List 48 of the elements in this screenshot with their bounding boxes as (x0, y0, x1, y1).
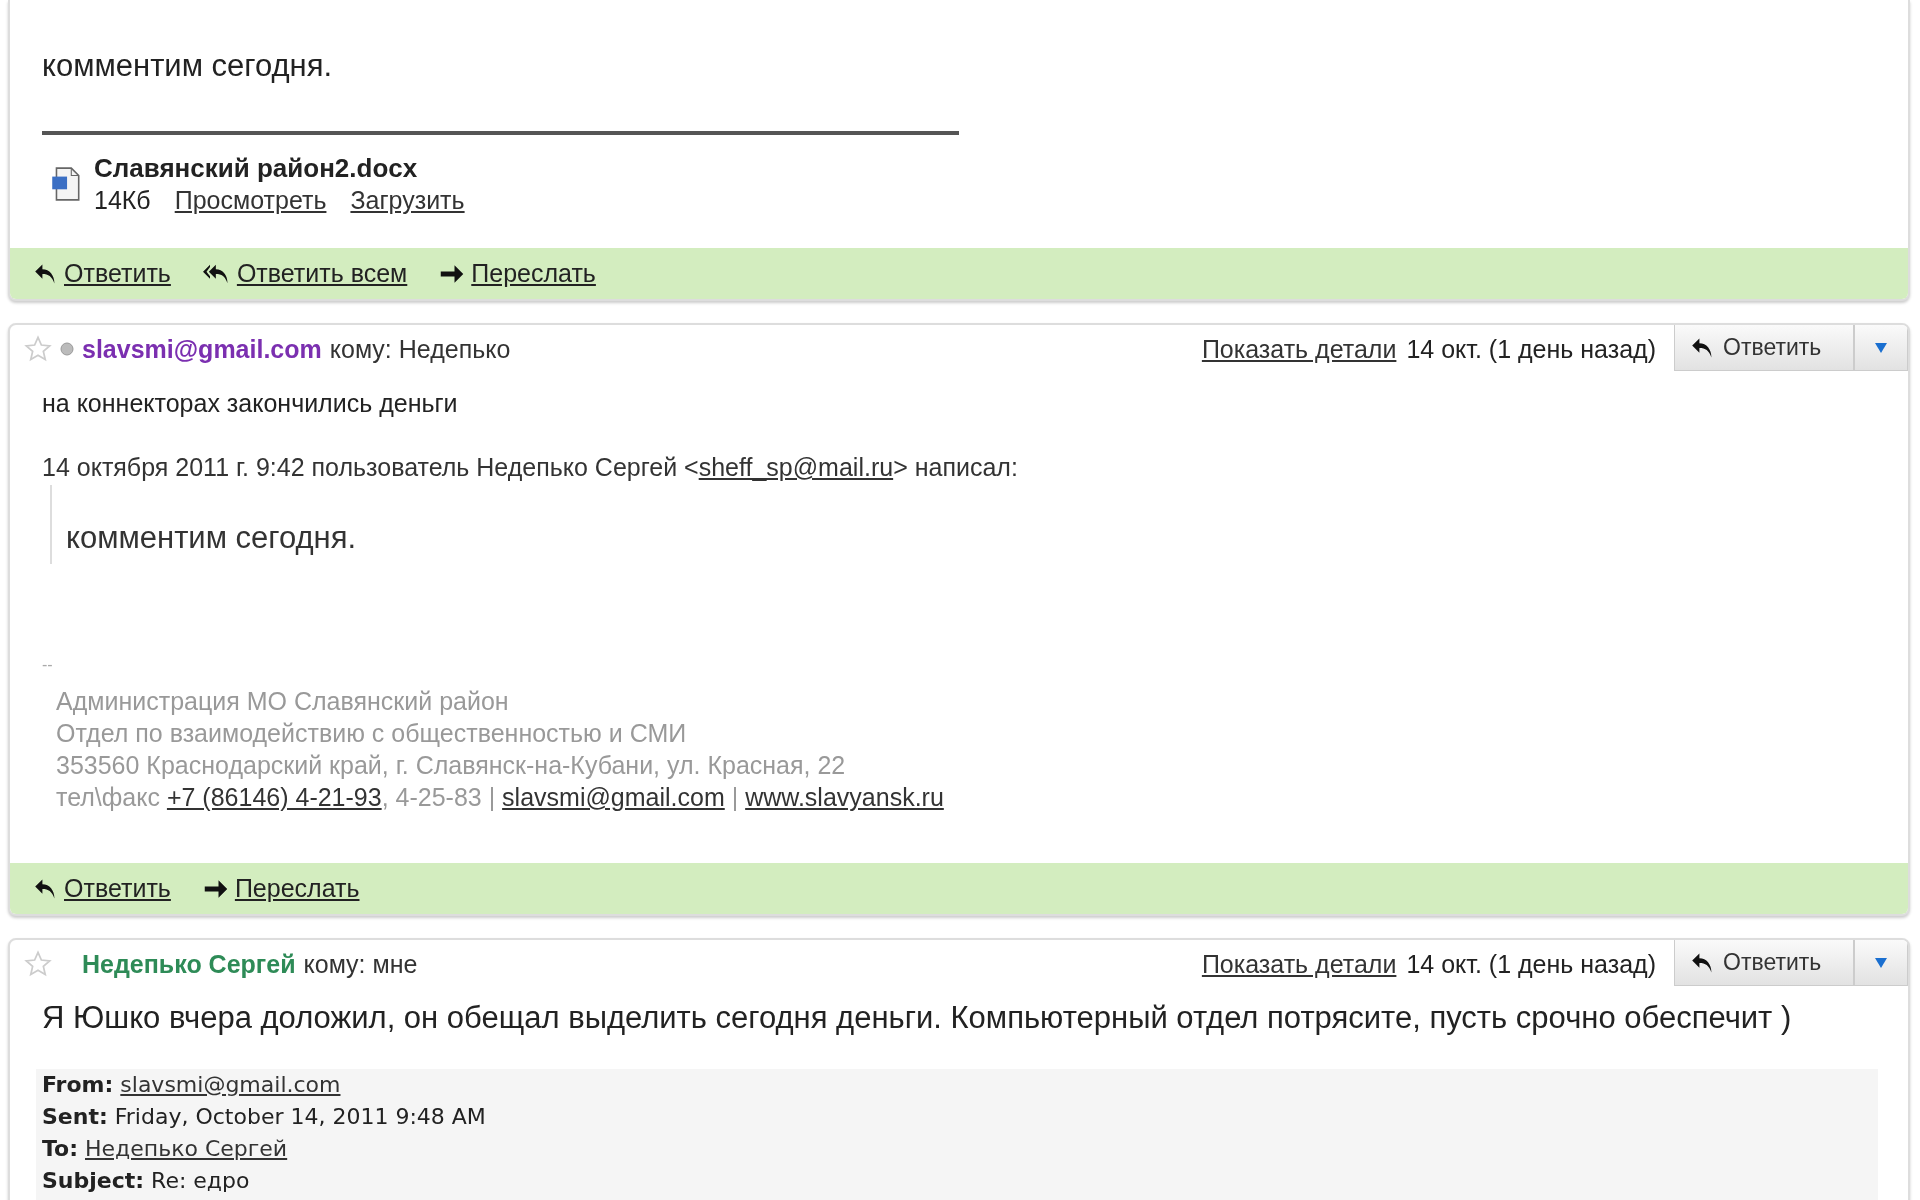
quoted-header-line: Subject: Re: едро (42, 1167, 251, 1195)
quoted-header-line: To: Недепько Сергей (42, 1135, 289, 1163)
link[interactable]: slavsmi@gmail.com (502, 783, 725, 811)
reply-link[interactable]: Ответить (34, 259, 171, 288)
quoted-text: комментим сегодня. (66, 520, 357, 555)
message-text: комментим сегодня. (42, 47, 334, 84)
forward-link[interactable]: Переслать (202, 874, 360, 903)
document-icon (50, 166, 82, 202)
recipient-label: кому: Недепько (329, 334, 511, 364)
link[interactable]: +7 (86146) 4-21-93 (166, 783, 382, 811)
link[interactable]: Недепько Сергей (85, 1136, 288, 1161)
star-icon[interactable] (24, 950, 52, 978)
signature-line: Администрация МО Славянский район (56, 686, 510, 717)
quote-intro: 14 октября 2011 г. 9:42 пользователь Недепько Сергей <sheff_sp@mail.ru> написал: (42, 452, 1019, 482)
attachment-link[interactable]: Просмотреть (174, 184, 327, 216)
message-date: 14 окт. (1 день назад) (1406, 949, 1656, 979)
link[interactable]: sheff_sp@mail.ru (698, 453, 894, 481)
show-details-link[interactable]: Показать детали (1201, 949, 1397, 979)
signature-line: тел\факс +7 (86146) 4-21-93, 4-25-83 | slavsmi@gmail.com | www.slavyansk.ru (56, 782, 945, 813)
signature-line: 353560 Краснодарский край, г. Славянск-на-Кубани, ул. Красная, 22 (56, 750, 847, 781)
sender-name[interactable]: Недепько Сергей (82, 949, 296, 979)
message-text: на коннекторах закончились деньги (42, 388, 459, 418)
forward-link[interactable]: Переслать (439, 259, 596, 288)
right-arrow-icon (202, 878, 229, 899)
star-icon[interactable] (24, 335, 52, 363)
reply-link[interactable]: Ответить (34, 874, 171, 903)
reply-all-link[interactable]: Ответить всем (202, 259, 408, 288)
signature-dash: -- (42, 656, 54, 674)
attachment-link[interactable]: Загрузить (350, 184, 465, 216)
right-arrow-icon (439, 263, 466, 284)
link[interactable]: www.slavyansk.ru (745, 783, 944, 811)
show-details-link[interactable]: Показать детали (1201, 334, 1397, 364)
dropdown-triangle-icon (1874, 341, 1888, 354)
attachment-name: Славянский район2.docx (94, 152, 419, 184)
reply-button[interactable]: Ответить (1674, 940, 1854, 986)
message-text: Я Юшко вчера доложил, он обещал выделить сегодня деньги. Компьютерный отдел потрясите, пусть срочно обеспечит ) (42, 999, 1793, 1036)
more-options-button[interactable] (1854, 940, 1908, 986)
dropdown-triangle-icon (1874, 956, 1888, 969)
message-date: 14 окт. (1 день назад) (1406, 334, 1656, 364)
recipient-label: кому: мне (303, 949, 418, 979)
signature-line: Отдел по взаимодействию с общественностью и СМИ (56, 718, 688, 749)
quoted-header-line: Sent: Friday, October 14, 2011 9:48 AM (42, 1103, 487, 1131)
sender-name[interactable]: slavsmi@gmail.com (82, 334, 322, 364)
quoted-header-line: From: slavsmi@gmail.com (42, 1071, 342, 1099)
attachment-size: 14Кб (94, 185, 151, 216)
reply-button[interactable]: Ответить (1674, 325, 1854, 371)
link[interactable]: slavsmi@gmail.com (120, 1072, 341, 1097)
more-options-button[interactable] (1854, 325, 1908, 371)
